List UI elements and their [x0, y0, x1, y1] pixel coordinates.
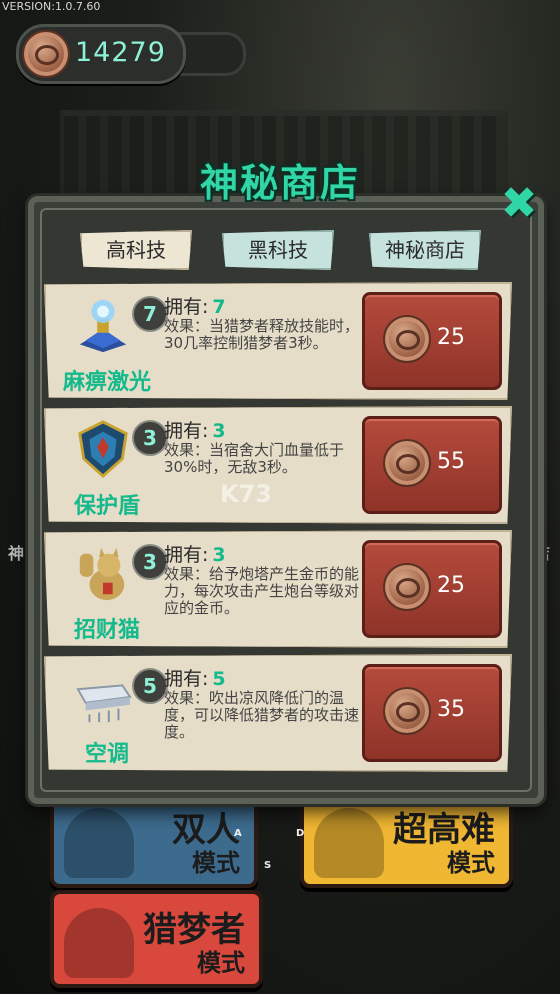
tab-mystery-shop[interactable]: 神秘商店 — [369, 230, 481, 270]
hunter-mode-button[interactable]: 猎梦者 模式 — [50, 890, 263, 988]
item-name: 保护盾 — [73, 494, 140, 519]
coin-icon — [383, 687, 431, 735]
owned-count: 3 — [212, 420, 226, 442]
coin-icon — [22, 30, 70, 78]
owned-count: 7 — [212, 296, 226, 318]
double-mode-button[interactable]: 双人 模式 — [50, 790, 258, 888]
price: 25 — [437, 573, 465, 598]
side-label-left: 神 — [8, 544, 25, 563]
item-owned: 拥有: 3 — [164, 540, 226, 567]
owned-count: 3 — [212, 544, 226, 566]
item-name: 招财猫 — [73, 618, 140, 643]
buy-button[interactable]: 25 — [362, 540, 502, 638]
key-s: S — [264, 860, 272, 871]
coin-icon — [383, 563, 431, 611]
buy-button[interactable]: 55 — [362, 416, 502, 514]
coin-icon — [383, 439, 431, 487]
hard-mode-subtitle: 模式 — [447, 849, 495, 877]
shop-item: 3 保护盾 拥有: 3 效果：当宿舍大门血量低于30%时，无敌3秒。 55 — [44, 406, 512, 524]
owned-label: 拥有: — [164, 544, 209, 566]
version-label: VERSION:1.0.7.60 — [2, 0, 101, 13]
item-name: 空调 — [84, 742, 129, 767]
close-icon: ✖ — [500, 178, 538, 229]
owned-badge: 3 — [132, 420, 168, 456]
item-description: 效果：当宿舍大门血量低于30%时，无敌3秒。 — [164, 441, 345, 476]
owned-label: 拥有: — [164, 668, 209, 690]
owned-badge: 5 — [132, 668, 168, 704]
currency-display: 14279 — [16, 24, 186, 84]
price: 25 — [437, 325, 465, 350]
shop-item: 5 空调 拥有: 5 效果：吹出凉风降低门的温度，可以降低猎梦者的攻击速度。 35 — [44, 654, 512, 772]
item-owned: 拥有: 5 — [164, 664, 226, 691]
key-d: D — [296, 828, 305, 839]
item-owned: 拥有: 7 — [164, 292, 226, 319]
tab-high-tech[interactable]: 高科技 — [80, 230, 192, 270]
hard-mode-flame-icon — [314, 808, 384, 878]
owned-label: 拥有: — [164, 420, 209, 442]
key-a: A — [234, 828, 242, 839]
double-mode-subtitle: 模式 — [192, 849, 240, 877]
hunter-mode-character-icon — [64, 908, 134, 978]
owned-badge: 7 — [132, 296, 168, 332]
owned-label: 拥有: — [164, 296, 209, 318]
price: 55 — [437, 449, 465, 474]
shield-icon — [78, 420, 128, 478]
hard-mode-button[interactable]: 超高难 模式 — [300, 790, 513, 888]
owned-badge: 3 — [132, 544, 168, 580]
lucky-cat-icon — [79, 547, 125, 601]
buy-button[interactable]: 25 — [362, 292, 502, 390]
coin-count: 14279 — [75, 37, 166, 68]
air-conditioner-icon — [76, 684, 132, 723]
watermark: K73 — [220, 480, 272, 508]
price: 35 — [437, 697, 465, 722]
tab-black-tech[interactable]: 黑科技 — [222, 230, 334, 270]
item-name: 麻痹激光 — [62, 370, 151, 395]
laser-device-icon — [79, 299, 127, 353]
item-owned: 拥有: 3 — [164, 416, 226, 443]
close-button[interactable]: ✖ — [498, 182, 540, 226]
item-description: 效果：当猎梦者释放技能时，30几率控制猎梦者3秒。 — [164, 317, 360, 352]
hunter-mode-subtitle: 模式 — [197, 949, 245, 977]
coin-icon — [383, 315, 431, 363]
owned-count: 5 — [212, 668, 226, 690]
double-mode-characters-icon — [64, 808, 134, 878]
shop-title: 神秘商店 — [199, 161, 360, 205]
item-description: 效果：吹出凉风降低门的温度，可以降低猎梦者的攻击速度。 — [164, 689, 360, 741]
shop-item: 3 招财猫 拥有: 3 效果：给予炮塔产生金币的能力，每次攻击产生炮台等级对应的金… — [44, 530, 512, 648]
buy-button[interactable]: 35 — [362, 664, 502, 762]
item-description: 效果：给予炮塔产生金币的能力，每次攻击产生炮台等级对应的金币。 — [164, 565, 360, 617]
shop-item: 7 麻痹激光 拥有: 7 效果：当猎梦者释放技能时，30几率控制猎梦者3秒。 25 — [44, 282, 512, 400]
